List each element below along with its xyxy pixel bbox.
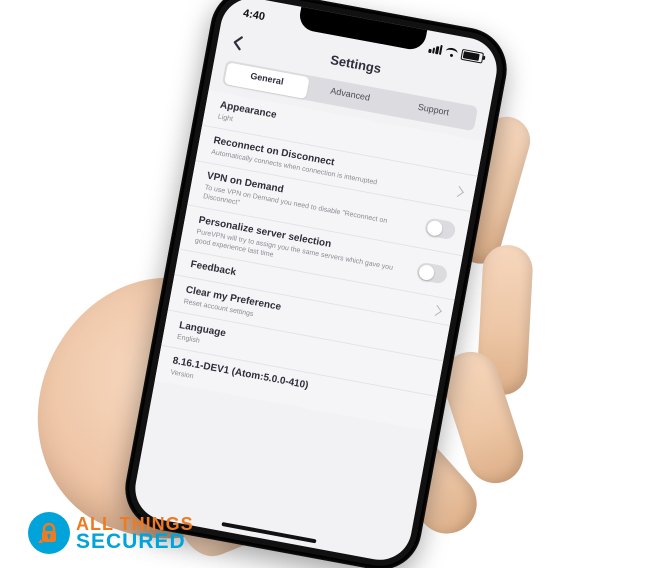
settings-list: Appearance Light Reconnect on Disconnect…: [153, 90, 484, 443]
middle-finger: [476, 244, 534, 396]
status-time: 4:40: [242, 7, 266, 23]
status-right: [428, 42, 484, 63]
lock-icon: [37, 521, 61, 545]
cell-signal-icon: [428, 43, 443, 55]
lock-badge-icon: [28, 512, 70, 554]
back-button[interactable]: [226, 31, 249, 54]
wifi-icon: [445, 46, 458, 57]
phone: 4:40 Settings General Adva: [118, 0, 513, 568]
brand-text: ALL THINGS SECURED: [76, 515, 194, 552]
brand-line-2: SECURED: [76, 531, 194, 552]
battery-icon: [460, 48, 484, 63]
all-things-secured-logo: ALL THINGS SECURED: [28, 512, 194, 554]
chevron-left-icon: [230, 34, 245, 52]
battery-fill: [463, 51, 480, 61]
phone-screen: 4:40 Settings General Adva: [130, 0, 502, 565]
